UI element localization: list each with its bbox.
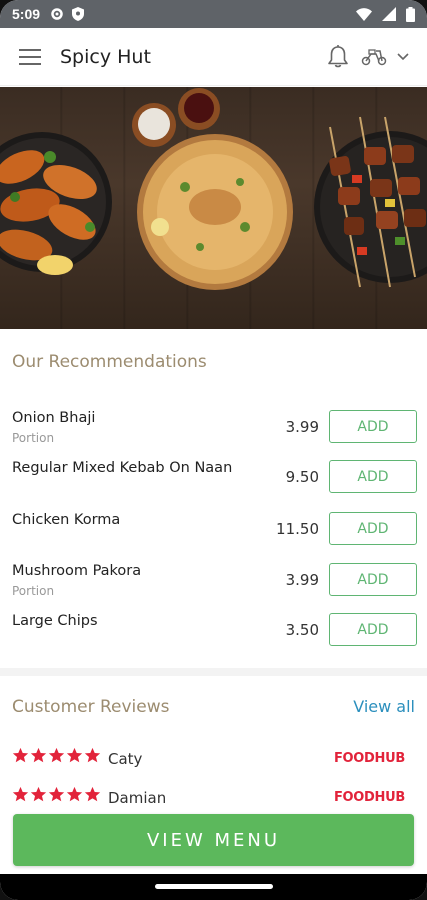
star-rating [12, 786, 101, 803]
list-item: Onion Bhaji Portion 3.99 ADD [0, 404, 427, 454]
battery-icon [406, 6, 415, 22]
view-all-link[interactable]: View all [353, 697, 415, 716]
delivery-mode-selector[interactable] [361, 48, 409, 66]
hero-food-illustration [0, 88, 427, 290]
scooter-icon [361, 48, 387, 65]
item-price: 11.50 [276, 520, 319, 538]
item-portion: Portion [12, 584, 55, 598]
item-name: Regular Mixed Kebab On Naan [12, 460, 233, 476]
section-divider [0, 668, 427, 676]
add-button[interactable]: ADD [329, 410, 417, 443]
add-button[interactable]: ADD [329, 460, 417, 493]
menu-button[interactable] [0, 28, 60, 86]
star-icon [12, 786, 29, 802]
list-item: Chicken Korma 11.50 ADD [0, 506, 427, 556]
signal-icon [382, 7, 396, 21]
star-icon [12, 747, 29, 763]
app-screen: 5:09 Spicy Hut Our Recommendations Onion… [0, 0, 427, 900]
status-bar: 5:09 [0, 0, 427, 28]
item-name: Onion Bhaji [12, 410, 96, 426]
list-item: Large Chips 3.50 ADD [0, 607, 427, 657]
shield-icon [72, 7, 85, 21]
app-title: Spicy Hut [60, 45, 151, 68]
item-name: Large Chips [12, 613, 98, 629]
view-menu-button[interactable]: VIEW MENU [13, 814, 414, 866]
review-row: Damian FOODHUB [0, 784, 427, 814]
hero-food-image [0, 87, 427, 329]
recommendations-title: Our Recommendations [12, 352, 207, 372]
review-source-logo: FOODHUB [333, 790, 405, 805]
hamburger-icon [19, 48, 41, 65]
wifi-icon [356, 7, 372, 21]
add-button[interactable]: ADD [329, 613, 417, 646]
status-time: 5:09 [12, 6, 41, 22]
star-icon [84, 786, 101, 802]
gear-icon [51, 8, 63, 20]
star-rating [12, 747, 101, 764]
reviews-title: Customer Reviews [12, 697, 170, 717]
item-name: Chicken Korma [12, 512, 121, 528]
app-bar: Spicy Hut [0, 28, 427, 86]
star-icon [30, 747, 47, 763]
item-price: 3.50 [285, 621, 319, 639]
review-row: Caty FOODHUB [0, 745, 427, 775]
item-price: 3.99 [285, 571, 319, 589]
star-icon [66, 747, 83, 763]
add-button[interactable]: ADD [329, 512, 417, 545]
item-portion: Portion [12, 431, 55, 445]
star-icon [66, 786, 83, 802]
star-icon [48, 747, 65, 763]
add-button[interactable]: ADD [329, 563, 417, 596]
star-icon [30, 786, 47, 802]
home-gesture-handle[interactable] [155, 884, 273, 889]
reviewer-name: Caty [108, 750, 143, 768]
star-icon [84, 747, 101, 763]
reviewer-name: Damian [108, 789, 167, 807]
item-price: 3.99 [285, 418, 319, 436]
item-price: 9.50 [285, 468, 319, 486]
item-name: Mushroom Pakora [12, 563, 142, 579]
bell-icon[interactable] [327, 44, 349, 69]
chevron-down-icon [397, 52, 409, 60]
star-icon [48, 786, 65, 802]
review-source-logo: FOODHUB [333, 751, 405, 766]
list-item: Mushroom Pakora Portion 3.99 ADD [0, 557, 427, 607]
system-nav-bar [0, 874, 427, 900]
list-item: Regular Mixed Kebab On Naan 9.50 ADD [0, 454, 427, 504]
